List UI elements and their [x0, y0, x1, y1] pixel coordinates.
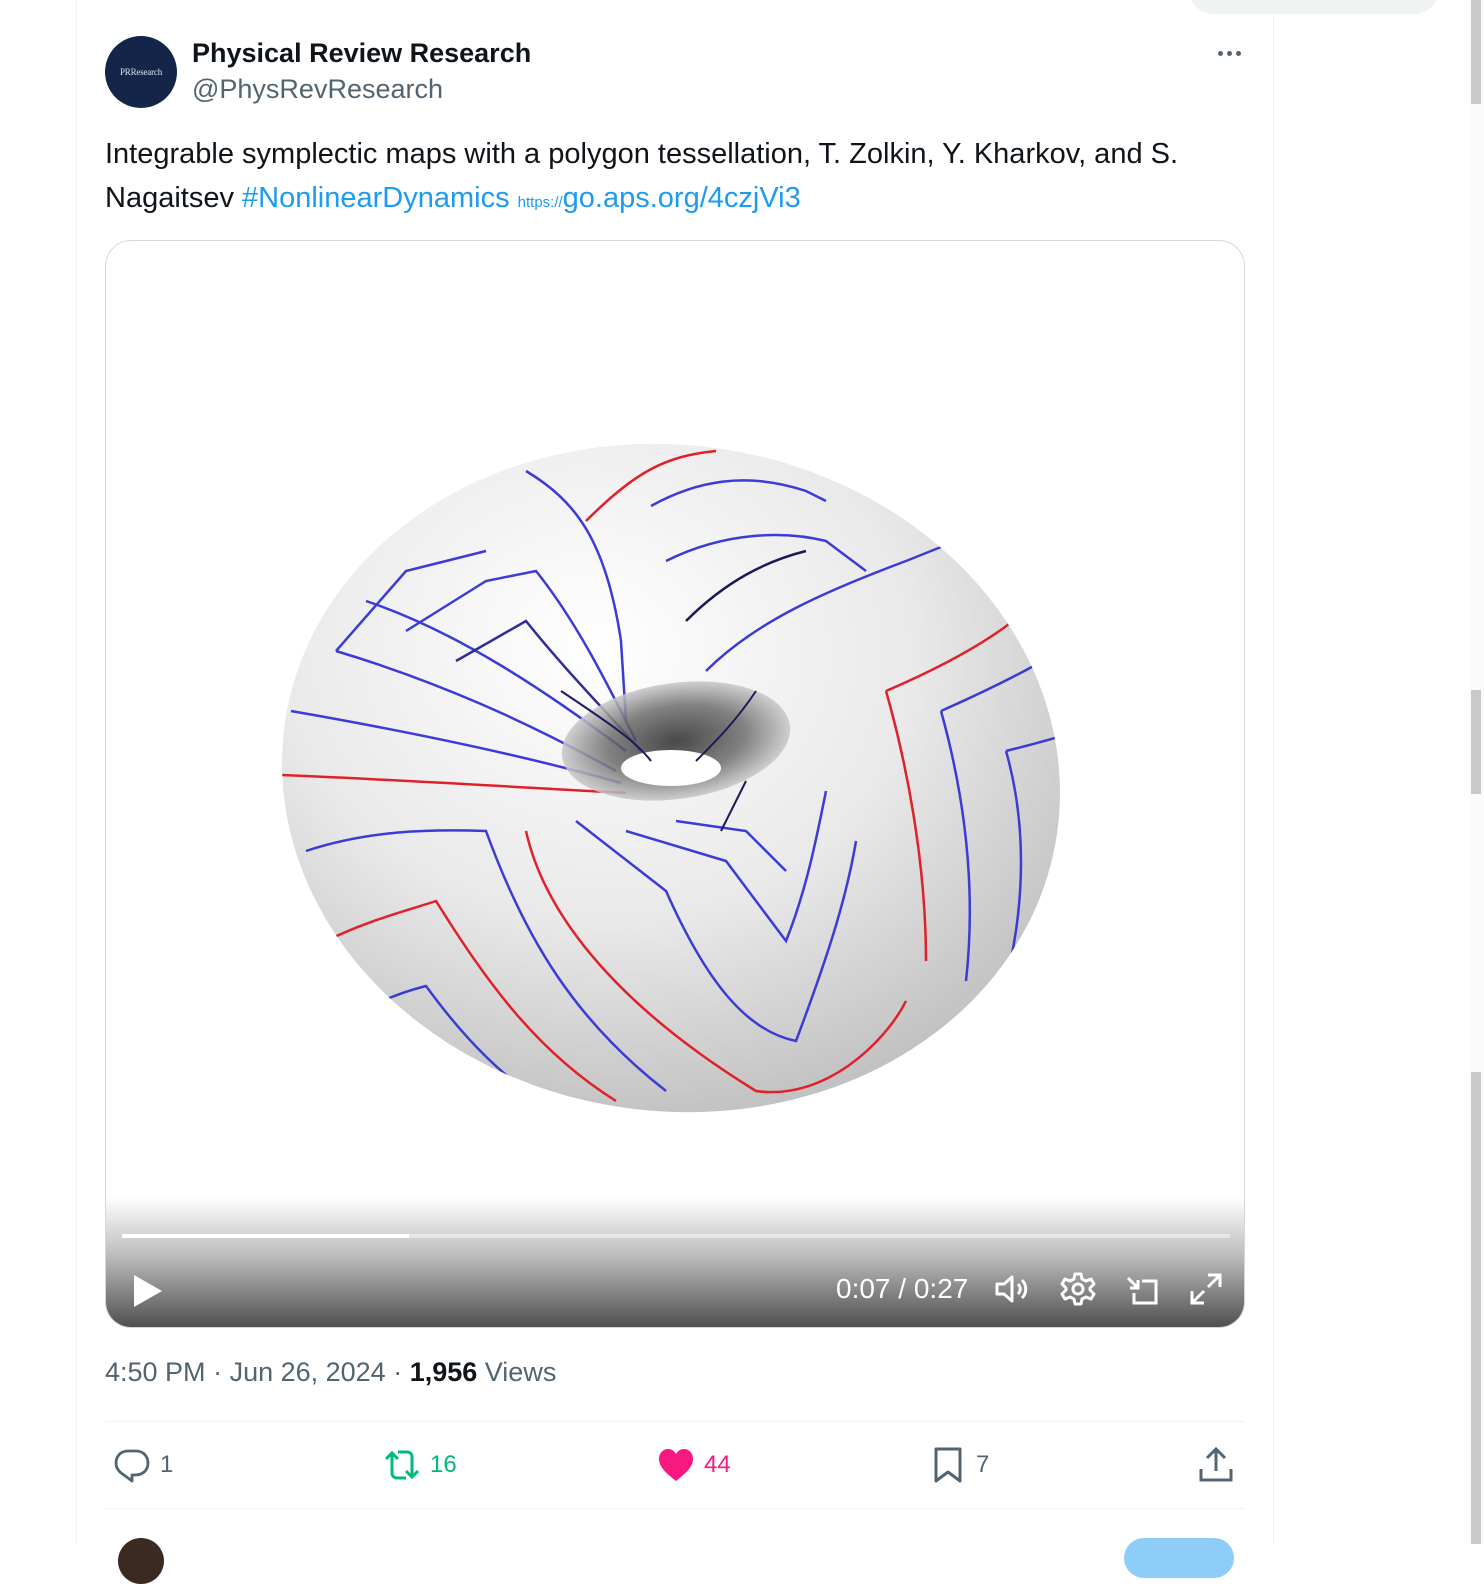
video-player[interactable]: 0:07 / 0:27 — [105, 240, 1245, 1328]
time-display: 0:07 / 0:27 — [836, 1273, 968, 1305]
avatar[interactable]: PRResearch — [105, 36, 177, 108]
heart-icon — [659, 1449, 693, 1481]
scroll-thumb[interactable] — [1471, 1072, 1481, 1544]
retweet-count: 16 — [430, 1451, 457, 1478]
play-icon — [134, 1275, 162, 1307]
views-count: 1,956 — [409, 1357, 478, 1387]
time-current: 0:07 — [836, 1273, 891, 1304]
meta-separator: · — [205, 1357, 230, 1387]
reply-count: 1 — [160, 1451, 174, 1478]
tweet-time[interactable]: 4:50 PM — [105, 1357, 206, 1387]
play-button[interactable] — [128, 1271, 168, 1311]
time-total: 0:27 — [913, 1273, 969, 1304]
tweet-date[interactable]: Jun 26, 2024 — [230, 1357, 386, 1387]
reply-button[interactable]: 1 — [112, 1442, 173, 1488]
retweet-icon — [384, 1450, 420, 1480]
scroll-thumb[interactable] — [1471, 690, 1481, 794]
author-name[interactable]: Physical Review Research — [192, 38, 531, 69]
reply-icon — [114, 1449, 150, 1483]
share-button[interactable] — [1196, 1442, 1236, 1488]
header-element[interactable] — [1188, 0, 1440, 14]
volume-button[interactable] — [992, 1269, 1032, 1309]
fullscreen-button[interactable] — [1186, 1269, 1226, 1309]
reply-submit-button[interactable] — [1124, 1538, 1234, 1578]
progress-bar[interactable] — [122, 1234, 1230, 1238]
fullscreen-icon — [1190, 1273, 1222, 1305]
more-button[interactable] — [1206, 36, 1252, 70]
avatar[interactable] — [118, 1538, 164, 1584]
like-button[interactable]: 44 — [656, 1442, 731, 1488]
divider — [105, 1421, 1245, 1422]
bookmark-icon — [934, 1447, 962, 1483]
bookmark-button[interactable]: 7 — [928, 1442, 989, 1488]
tweet-text: Integrable symplectic maps with a polygo… — [105, 132, 1265, 225]
retweet-button[interactable]: 16 — [382, 1442, 457, 1488]
minimize-player-button[interactable] — [1122, 1269, 1162, 1309]
avatar-label: PRResearch — [120, 67, 162, 77]
video-frame-torus[interactable] — [106, 241, 1245, 1328]
views-label: Views — [477, 1357, 557, 1387]
link-text: go.aps.org/4czjVi3 — [562, 182, 801, 214]
bookmark-count: 7 — [976, 1451, 990, 1478]
share-icon — [1199, 1446, 1233, 1482]
minimize-player-icon — [1126, 1276, 1158, 1305]
tweet-link[interactable]: https://go.aps.org/4czjVi3 — [518, 182, 801, 214]
link-protocol: https:// — [517, 194, 563, 211]
meta-separator: · — [385, 1357, 410, 1387]
progress-fill — [122, 1234, 409, 1238]
settings-button[interactable] — [1058, 1269, 1098, 1309]
volume-icon — [995, 1275, 1028, 1303]
tweet-meta: 4:50 PM · Jun 26, 2024 · 1,956 Views — [105, 1357, 556, 1388]
author-handle[interactable]: @PhysRevResearch — [192, 74, 443, 105]
like-count: 44 — [704, 1451, 731, 1478]
divider — [105, 1508, 1245, 1509]
time-separator: / — [890, 1273, 914, 1304]
scroll-thumb[interactable] — [1471, 0, 1481, 104]
hashtag-link[interactable]: #NonlinearDynamics — [242, 182, 510, 214]
settings-gear-icon — [1060, 1272, 1096, 1306]
more-icon — [1217, 50, 1241, 56]
